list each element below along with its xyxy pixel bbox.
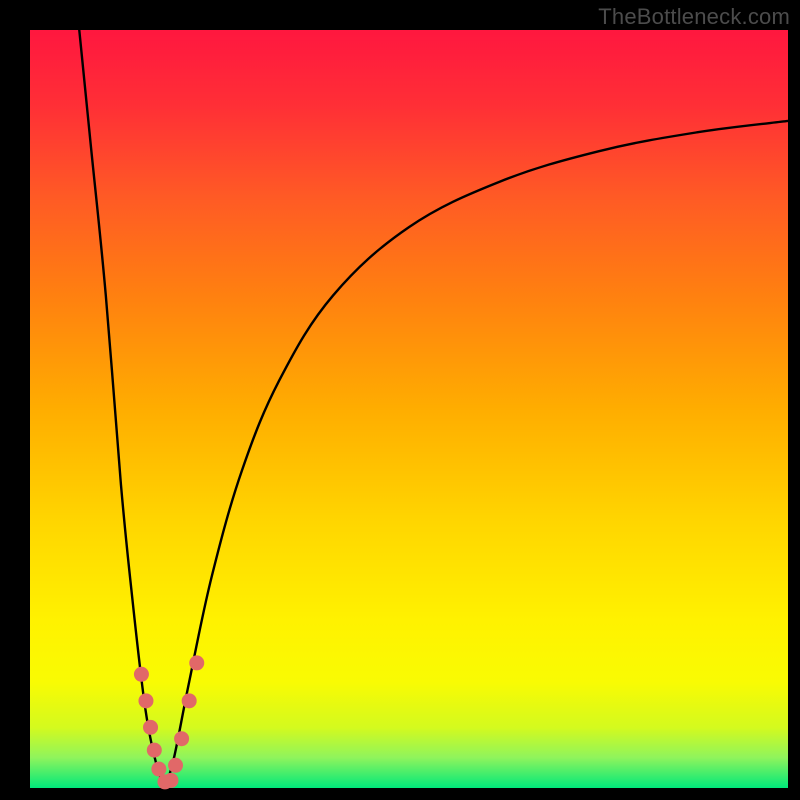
marker-dot — [147, 743, 162, 758]
marker-dot — [143, 720, 158, 735]
marker-dot — [163, 773, 178, 788]
chart-frame: TheBottleneck.com — [0, 0, 800, 800]
marker-dot — [182, 693, 197, 708]
marker-dot — [168, 758, 183, 773]
watermark-text: TheBottleneck.com — [598, 4, 790, 30]
marker-dot — [151, 762, 166, 777]
marker-dot — [138, 693, 153, 708]
marker-dot — [134, 667, 149, 682]
marker-dot — [189, 655, 204, 670]
bottleneck-chart — [0, 0, 800, 800]
marker-dot — [174, 731, 189, 746]
